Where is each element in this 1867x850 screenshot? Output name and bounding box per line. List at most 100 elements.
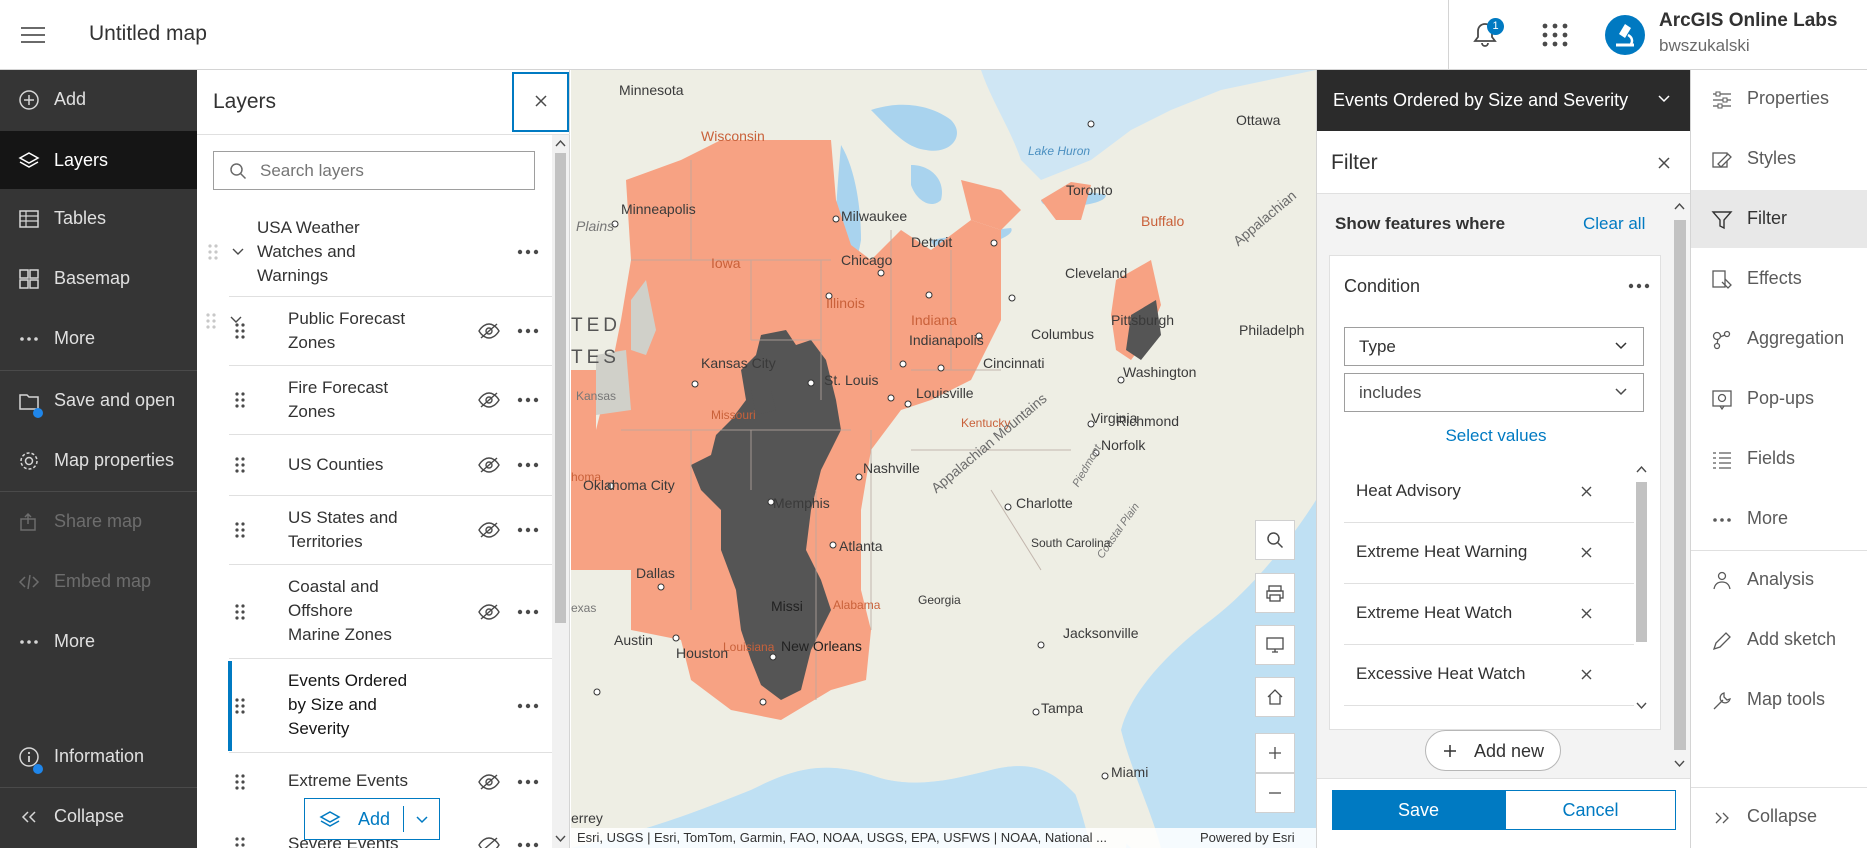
drag-handle-icon[interactable] [235,603,245,621]
zoom-out-button[interactable] [1255,773,1295,813]
chevron-down-icon[interactable] [232,248,244,256]
scrollbar-thumb[interactable] [1636,482,1647,642]
tool-styles[interactable]: Styles [1691,130,1867,188]
tool-popups[interactable]: Pop-ups [1691,370,1867,428]
powered-by-text[interactable]: Powered by Esri [1200,830,1295,845]
remove-value-icon[interactable] [1580,668,1593,681]
scroll-down-icon[interactable] [1636,702,1647,710]
map-search-button[interactable] [1255,520,1295,560]
nav-add[interactable]: Add [0,70,197,128]
tool-effects[interactable]: Effects [1691,250,1867,308]
tool-more[interactable]: More [1691,490,1867,548]
visibility-off-icon[interactable] [478,773,500,791]
layer-options-icon[interactable] [517,397,539,403]
layers-scrollbar[interactable] [552,135,569,848]
scroll-up-icon[interactable] [1636,465,1647,473]
scroll-down-icon[interactable] [555,835,566,843]
layer-options-icon[interactable] [517,703,539,709]
values-scrollbar[interactable] [1635,462,1648,714]
nav-collapse[interactable]: Collapse [0,787,197,845]
save-button[interactable]: Save [1332,790,1505,830]
layer-row[interactable]: US Counties [197,435,552,496]
tool-aggregation[interactable]: Aggregation [1691,310,1867,368]
drag-handle-icon[interactable] [235,391,245,409]
avatar[interactable] [1605,15,1645,55]
visibility-off-icon[interactable] [478,456,500,474]
tool-analysis[interactable]: Analysis [1691,551,1867,609]
visibility-off-icon[interactable] [478,521,500,539]
layer-row[interactable]: Fire Forecast Zones [197,366,552,435]
layer-name: Coastal and Offshore Marine Zones [288,577,392,644]
visibility-off-icon[interactable] [478,603,500,621]
chevron-down-icon[interactable] [416,816,428,824]
operator-select[interactable]: includes [1344,373,1644,412]
close-layers-button[interactable] [512,72,569,132]
visibility-off-icon[interactable] [478,836,500,848]
cancel-button[interactable]: Cancel [1505,790,1676,830]
add-layer-button[interactable]: Add [304,798,440,840]
scroll-up-icon[interactable] [1674,202,1685,210]
attribution-text[interactable]: Esri, USGS | Esri, TomTom, Garmin, FAO, … [577,830,1107,845]
nav-layers[interactable]: Layers [0,131,197,189]
map-view[interactable]: Minnesota Minneapolis Wisconsin Milwauke… [571,70,1316,848]
map-title[interactable]: Untitled map [89,22,207,46]
condition-options-icon[interactable] [1628,283,1650,289]
nav-map-properties[interactable]: Map properties [0,431,197,489]
print-button[interactable] [1255,573,1295,613]
scroll-down-icon[interactable] [1674,760,1685,768]
app-launcher-icon[interactable] [1540,20,1570,50]
drag-handle-icon[interactable] [235,521,245,539]
tool-map-tools[interactable]: Map tools [1691,671,1867,729]
layer-selector-header[interactable]: Events Ordered by Size and Severity [1317,70,1691,131]
layer-options-icon[interactable] [517,609,539,615]
add-new-condition-button[interactable]: Add new [1425,730,1561,771]
remove-value-icon[interactable] [1580,546,1593,559]
drag-handle-icon[interactable] [235,836,245,848]
layer-options-icon[interactable] [517,527,539,533]
nav-information[interactable]: Information [0,727,197,785]
nav-more-2[interactable]: More [0,612,197,670]
zoom-in-button[interactable] [1255,733,1295,773]
drag-handle-icon[interactable] [235,773,245,791]
drag-handle-icon[interactable] [235,456,245,474]
tool-collapse[interactable]: Collapse [1691,788,1867,846]
home-button[interactable] [1255,677,1295,717]
remove-value-icon[interactable] [1580,485,1593,498]
search-input[interactable] [260,152,530,189]
fullscreen-button[interactable] [1255,625,1295,665]
drag-handle-icon[interactable] [235,322,245,340]
select-values-link[interactable]: Select values [1330,426,1662,446]
layer-row[interactable]: US States and Territories [197,496,552,565]
drag-handle-icon[interactable] [208,243,218,261]
layer-row[interactable]: Public Forecast Zones [197,297,552,366]
visibility-off-icon[interactable] [478,322,500,340]
tool-properties[interactable]: Properties [1691,70,1867,128]
close-icon[interactable] [1656,155,1672,171]
field-select[interactable]: Type [1344,327,1644,366]
scroll-up-icon[interactable] [555,139,566,147]
layer-group-usa-weather[interactable]: USA Weather Watches and Warnings [197,213,552,297]
remove-value-icon[interactable] [1580,607,1593,620]
tool-fields[interactable]: Fields [1691,430,1867,488]
layer-row-selected[interactable]: Events Ordered by Size and Severity [197,659,552,753]
layer-options-icon[interactable] [517,328,539,334]
nav-save-and-open[interactable]: Save and open [0,371,197,429]
nav-basemap[interactable]: Basemap [0,249,197,307]
tool-filter[interactable]: Filter [1691,190,1867,248]
menu-icon[interactable] [20,22,46,48]
layer-options-icon[interactable] [517,462,539,468]
layer-options-icon[interactable] [517,779,539,785]
scrollbar-thumb[interactable] [555,153,566,623]
layer-options-icon[interactable] [517,842,539,848]
layer-row[interactable]: Coastal and Offshore Marine Zones [197,565,552,659]
visibility-off-icon[interactable] [478,391,500,409]
nav-more[interactable]: More [0,309,197,367]
clear-all-link[interactable]: Clear all [1583,214,1645,234]
drag-handle-icon[interactable] [235,697,245,715]
search-layers-field[interactable] [213,151,535,190]
scrollbar-thumb[interactable] [1674,220,1686,750]
tool-add-sketch[interactable]: Add sketch [1691,611,1867,669]
filter-scrollbar[interactable] [1671,194,1689,850]
nav-tables[interactable]: Tables [0,189,197,247]
layer-options-icon[interactable] [517,249,539,255]
